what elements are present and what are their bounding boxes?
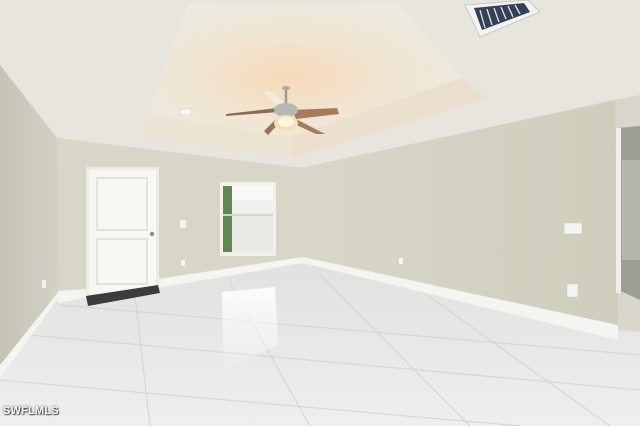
- power-outlet-icon: [566, 283, 579, 298]
- light-switch-icon[interactable]: [563, 222, 583, 235]
- room-illustration: [0, 0, 640, 426]
- room-photo: SWFLMLS: [0, 0, 640, 426]
- entry-door[interactable]: [86, 167, 159, 295]
- power-outlet-icon: [399, 258, 403, 264]
- watermark-label: SWFLMLS: [3, 405, 59, 417]
- power-outlet-icon: [42, 280, 46, 288]
- power-outlet-icon: [181, 260, 185, 266]
- smoke-detector-icon: [179, 108, 193, 116]
- door-knob-icon[interactable]: [149, 231, 155, 237]
- side-door-frame: [616, 128, 621, 293]
- side-doorway-depth: [622, 160, 640, 260]
- light-switch-icon[interactable]: [180, 220, 186, 228]
- window: [220, 182, 276, 256]
